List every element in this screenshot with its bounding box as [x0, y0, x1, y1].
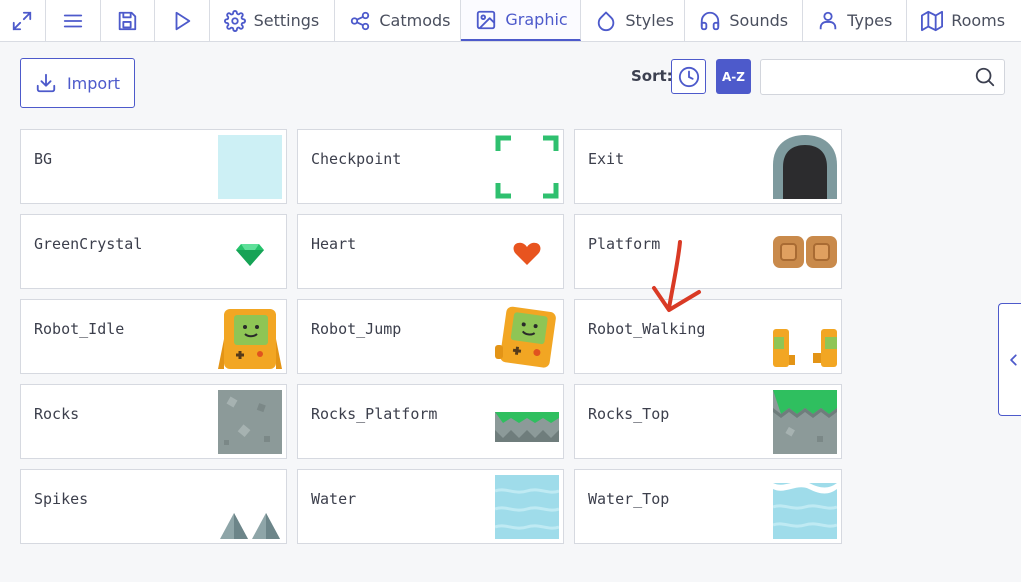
- texture-thumbnail: [218, 220, 282, 284]
- tab-label: Graphic: [505, 10, 568, 29]
- texture-thumbnail: [773, 135, 837, 199]
- headphones-icon: [701, 11, 720, 30]
- tab-label: Rooms: [951, 11, 1006, 30]
- texture-card[interactable]: Rocks: [20, 384, 287, 459]
- clock-icon: [678, 66, 699, 87]
- texture-card[interactable]: Robot_Idle: [20, 299, 287, 374]
- tab-label: Types: [847, 11, 893, 30]
- texture-card[interactable]: Water: [297, 469, 564, 544]
- texture-thumbnail: [218, 135, 282, 199]
- tab-rooms[interactable]: Rooms: [907, 0, 1021, 41]
- texture-card[interactable]: Exit: [574, 129, 842, 204]
- texture-name: Spikes: [34, 490, 89, 508]
- texture-name: Robot_Jump: [311, 320, 402, 338]
- search-icon[interactable]: [974, 66, 996, 88]
- texture-card[interactable]: Heart: [297, 214, 564, 289]
- texture-thumbnail: [218, 305, 282, 369]
- tab-label: Sounds: [729, 11, 789, 30]
- texture-thumbnail: [495, 390, 559, 454]
- texture-thumbnail: [773, 390, 837, 454]
- play-button[interactable]: [155, 0, 210, 41]
- annotation-arrow: [652, 240, 701, 312]
- texture-thumbnail: [773, 305, 837, 369]
- texture-card[interactable]: Rocks_Top: [574, 384, 842, 459]
- texture-name: Rocks_Top: [588, 405, 670, 423]
- tab-catmods[interactable]: Catmods: [335, 0, 462, 41]
- import-label: Import: [66, 73, 121, 93]
- menu-icon: [63, 14, 83, 27]
- texture-thumbnail: [218, 390, 282, 454]
- texture-name: BG: [34, 150, 53, 168]
- texture-name: Rocks: [34, 405, 80, 423]
- texture-name: GreenCrystal: [34, 235, 143, 253]
- sort-label: Sort:: [631, 67, 673, 85]
- texture-card[interactable]: Rocks_Platform: [297, 384, 564, 459]
- texture-name: Checkpoint: [311, 150, 402, 168]
- image-icon: [477, 10, 496, 29]
- fullscreen-button[interactable]: [0, 0, 46, 41]
- texture-name: Heart: [311, 235, 357, 253]
- gear-icon: [223, 9, 246, 32]
- fullscreen-icon: [13, 11, 32, 30]
- tab-sounds[interactable]: Sounds: [685, 0, 804, 41]
- texture-thumbnail: [773, 220, 837, 284]
- tab-styles[interactable]: Styles: [581, 0, 686, 41]
- save-button[interactable]: [101, 0, 155, 41]
- droplet-icon: [598, 11, 615, 31]
- tab-types[interactable]: Types: [803, 0, 908, 41]
- tab-label: Styles: [625, 11, 674, 30]
- texture-thumbnail: [218, 475, 282, 539]
- tab-graphic[interactable]: Graphic: [461, 0, 582, 41]
- search-field: [760, 59, 1005, 95]
- sort-by-name-button[interactable]: A-Z: [716, 59, 751, 94]
- user-icon: [819, 11, 837, 29]
- texture-card[interactable]: Water_Top: [574, 469, 842, 544]
- sort-az-label: A-Z: [722, 69, 745, 84]
- texture-thumbnail: [495, 220, 559, 284]
- texture-name: Robot_Walking: [588, 320, 706, 338]
- texture-thumbnail: [495, 135, 559, 199]
- texture-thumbnail: [495, 305, 559, 369]
- map-icon: [921, 10, 944, 31]
- save-icon: [118, 11, 137, 30]
- download-icon: [36, 73, 56, 93]
- texture-card[interactable]: GreenCrystal: [20, 214, 287, 289]
- import-button[interactable]: Import: [20, 58, 135, 108]
- texture-grid: BG Checkpoint Exit GreenCrystal Heart Pl…: [20, 129, 842, 544]
- search-input[interactable]: [761, 60, 981, 94]
- texture-name: Water: [311, 490, 357, 508]
- sort-by-date-button[interactable]: [671, 59, 706, 94]
- texture-card[interactable]: BG: [20, 129, 287, 204]
- tab-label: Catmods: [379, 11, 451, 30]
- menu-button[interactable]: [46, 0, 101, 41]
- side-panel-toggle[interactable]: [998, 303, 1021, 416]
- tab-settings[interactable]: Settings: [210, 0, 336, 41]
- texture-card[interactable]: Robot_Jump: [297, 299, 564, 374]
- texture-name: Robot_Idle: [34, 320, 125, 338]
- texture-card[interactable]: Spikes: [20, 469, 287, 544]
- play-icon: [175, 11, 190, 30]
- tab-label: Settings: [253, 11, 320, 30]
- texture-name: Exit: [588, 150, 625, 168]
- texture-thumbnail: [495, 475, 559, 539]
- texture-card[interactable]: Checkpoint: [297, 129, 564, 204]
- nodes-icon: [351, 11, 370, 30]
- texture-thumbnail: [773, 475, 837, 539]
- texture-name: Water_Top: [588, 490, 670, 508]
- texture-name: Rocks_Platform: [311, 405, 438, 423]
- chevron-left-icon: [1009, 353, 1017, 366]
- top-toolbar: Settings Catmods Graphic Styles Sounds T…: [0, 0, 1021, 42]
